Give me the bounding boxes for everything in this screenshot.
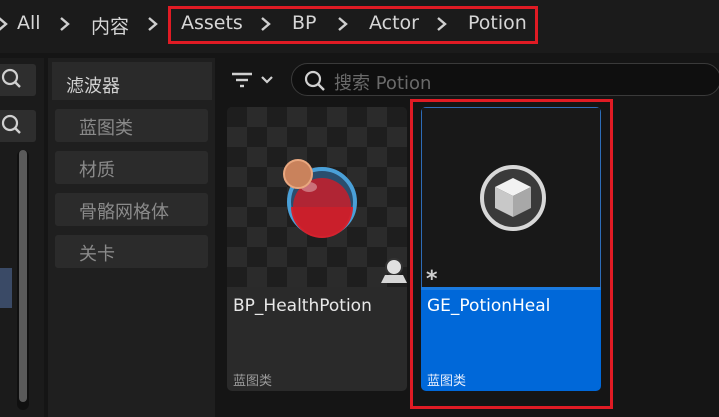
search-input[interactable]: 搜索 Potion: [291, 63, 719, 96]
search-icon: [1, 114, 21, 134]
breadcrumb-bar: All 内容 Assets BP Actor Potion: [0, 0, 719, 53]
asset-type: 蓝图类: [233, 374, 273, 389]
chevron-right-icon: [0, 13, 10, 35]
potion-icon: [283, 159, 357, 238]
scrollbar-thumb[interactable]: [19, 150, 27, 402]
chevron-right-icon[interactable]: [58, 13, 72, 35]
filter-item-label: 蓝图类: [79, 118, 133, 139]
filter-item-material[interactable]: 材质: [55, 151, 208, 184]
breadcrumb-highlight-box: [168, 6, 538, 44]
filter-icon: [232, 72, 252, 88]
filter-item-blueprint[interactable]: 蓝图类: [55, 109, 208, 142]
chevron-down-icon: [261, 76, 273, 84]
chevron-right-icon[interactable]: [146, 13, 160, 35]
selected-folder-indicator: [0, 268, 12, 308]
left-collapsed-panel: [0, 58, 44, 417]
filter-title: 滤波器: [66, 76, 120, 97]
search-button[interactable]: [0, 110, 36, 142]
card-divider: [227, 287, 407, 290]
filter-dropdown-button[interactable]: [230, 68, 280, 94]
preview-icon: [381, 258, 407, 283]
search-button[interactable]: [0, 64, 36, 96]
filter-item-label: 骨骼网格体: [79, 202, 169, 223]
filter-item-label: 材质: [79, 160, 115, 181]
filter-item-label: 关卡: [79, 244, 115, 265]
selection-highlight-box: [410, 99, 613, 409]
breadcrumb-all[interactable]: All: [17, 12, 41, 34]
filter-panel: 滤波器 蓝图类 材质 骨骼网格体 关卡: [48, 58, 215, 417]
breadcrumb-content[interactable]: 内容: [91, 12, 129, 39]
search-placeholder: 搜索 Potion: [334, 73, 432, 94]
filter-header: 滤波器: [52, 62, 212, 100]
search-icon: [1, 68, 21, 88]
search-icon: [304, 70, 325, 91]
filter-item-level[interactable]: 关卡: [55, 235, 208, 268]
filter-item-skeletal-mesh[interactable]: 骨骼网格体: [55, 193, 208, 226]
asset-card-bp-healthpotion[interactable]: BP_HealthPotion 蓝图类: [227, 107, 407, 391]
asset-thumbnail: [227, 107, 407, 287]
asset-name: BP_HealthPotion: [233, 296, 372, 316]
